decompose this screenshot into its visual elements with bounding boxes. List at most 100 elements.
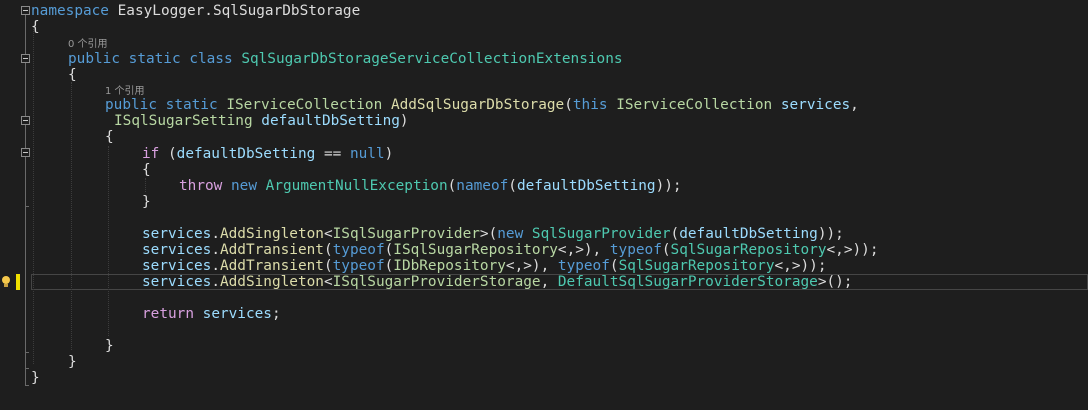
code-line-15[interactable]: services.AddSingleton<ISqlSugarProviderS… [142,274,852,290]
code-line-2[interactable]: { [31,19,40,35]
fold-class-icon[interactable] [21,54,30,63]
fold-method-icon[interactable] [21,116,30,125]
interface-name: IDbRepository [393,258,506,274]
punctuation: , [540,274,558,290]
keyword: this [572,97,608,113]
punctuation: )); [817,226,844,242]
close-brace: } [68,354,77,370]
keyword: static [128,51,181,67]
interface-name: IServiceCollection [226,97,383,113]
parameter-name: defaultDbSetting [176,146,316,162]
code-line-6[interactable]: ISqlSugarSetting defaultDbSetting) [114,113,409,129]
punctuation: , [850,97,859,113]
code-line-14[interactable]: services.AddTransient(typeof(IDbReposito… [142,258,827,274]
punctuation: >(); [817,274,853,290]
punctuation: ( [384,242,394,258]
code-line-1[interactable]: namespace EasyLogger.SqlSugarDbStorage [31,3,360,19]
code-line-17[interactable]: } [105,338,114,354]
fold-end [25,206,29,207]
code-line-12[interactable]: services.AddSingleton<ISqlSugarProvider>… [142,226,844,242]
code-line-18[interactable]: } [68,354,77,370]
code-line-11[interactable]: } [142,194,151,210]
keyword: null [349,146,385,162]
parameter-name: services [142,258,212,274]
keyword: typeof [557,258,610,274]
control-keyword: return [142,306,194,322]
lightbulb-icon[interactable] [0,274,12,290]
control-keyword: if [142,146,160,162]
code-line-10[interactable]: throw new ArgumentNullException(nameof(d… [179,178,682,194]
fold-line [25,15,26,385]
method-name: AddTransient [219,242,324,258]
fold-end [25,368,29,369]
punctuation: ( [661,242,671,258]
code-editor[interactable]: namespace EasyLogger.SqlSugarDbStorage {… [0,0,1088,410]
punctuation: . [211,226,220,242]
class-name: DefaultSqlSugarProviderStorage [557,274,818,290]
punctuation: . [211,242,220,258]
class-name: SqlSugarRepository [670,242,827,258]
keyword: namespace [31,3,109,19]
interface-name: ISqlSugarProviderStorage [332,274,541,290]
keyword: typeof [332,258,385,274]
control-keyword: throw [179,178,223,194]
code-line-3[interactable]: public static class SqlSugarDbStorageSer… [68,51,623,67]
code-line-13[interactable]: services.AddTransient(typeof(ISqlSugarRe… [142,242,878,258]
close-brace: } [31,370,40,386]
parameter-name: defaultDbSetting [679,226,818,242]
parameter-name: services [780,97,851,113]
fold-if-icon[interactable] [21,148,30,157]
code-line-9[interactable]: { [142,162,151,178]
punctuation: ( [159,146,177,162]
punctuation: ( [384,258,394,274]
keyword: typeof [609,242,662,258]
namespace-name: EasyLogger.SqlSugarDbStorage [108,3,361,19]
method-name: AddSqlSugarDbStorage [390,97,565,113]
punctuation: ) [399,113,409,129]
punctuation: ( [323,258,333,274]
punctuation: <,>)); [774,258,827,274]
keyword: typeof [332,242,385,258]
punctuation: < [323,226,333,242]
operator: == [315,146,350,162]
interface-name: ISqlSugarRepository [393,242,558,258]
code-line-4[interactable]: { [68,67,77,83]
code-line-5[interactable]: public static IServiceCollection AddSqlS… [105,97,859,113]
code-line-7[interactable]: { [105,129,114,145]
parameter-name: defaultDbSetting [261,113,400,129]
punctuation: ; [271,306,281,322]
keyword: class [189,51,233,67]
punctuation: <,>), [505,258,558,274]
open-brace: { [68,67,77,83]
code-line-8[interactable]: if (defaultDbSetting == null) [142,146,393,162]
fold-namespace-icon[interactable] [21,6,30,15]
close-brace: } [105,338,114,354]
punctuation: )); [655,178,682,194]
parameter-name: defaultDbSetting [516,178,656,194]
open-brace: { [105,129,114,145]
keyword: public [105,97,157,113]
class-name: SqlSugarDbStorageServiceCollectionExtens… [241,51,623,67]
codelens-class-references[interactable]: 0 个引用 [68,39,108,51]
method-name: AddSingleton [219,274,324,290]
code-line-19[interactable]: } [31,370,40,386]
indent-guide [71,82,72,350]
code-line-16[interactable]: return services; [142,306,281,322]
punctuation: ( [323,242,333,258]
keyword: public [68,51,120,67]
parameter-name: services [142,226,212,242]
keyword: static [165,97,218,113]
indent-guide [108,146,109,336]
punctuation: . [211,258,220,274]
open-brace: { [31,19,40,35]
